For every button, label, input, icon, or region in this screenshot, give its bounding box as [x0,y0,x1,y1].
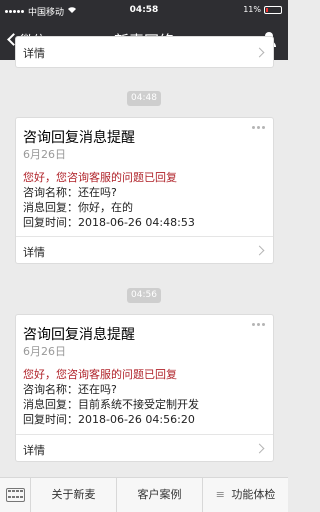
status-bar: 中国移动 04:58 11% [0,0,288,20]
card-greeting: 您好，您咨询客服的问题已回复 [23,171,177,184]
menu-item-about[interactable]: 关于新麦 [31,478,117,512]
chevron-right-icon [254,443,265,454]
keyboard-icon [5,488,25,502]
card-line: 回复时间：2018-06-26 04:56:20 [23,413,195,426]
time-stamp: 04:48 [127,91,161,106]
message-card[interactable]: 详情 [15,36,274,68]
battery-percent: 11% [243,5,261,14]
card-line: 咨询名称：还在吗? [23,186,117,199]
bottom-menu-bar: 关于新麦 客户案例 ≡ 功能体检 [0,477,288,512]
card-footer[interactable]: 详情 [16,37,273,67]
time-stamp: 04:56 [127,288,161,303]
menu-icon: ≡ [215,488,225,501]
menu-item-features[interactable]: ≡ 功能体检 [203,478,288,512]
card-date: 6月26日 [23,148,66,161]
menu-item-cases[interactable]: 客户案例 [117,478,203,512]
card-title: 咨询回复消息提醒 [23,327,135,343]
keyboard-toggle-button[interactable] [0,478,31,512]
message-card[interactable]: 咨询回复消息提醒 6月26日 您好，您咨询客服的问题已回复 咨询名称：还在吗? … [15,117,274,264]
card-body: 您好，您咨询客服的问题已回复 咨询名称：还在吗? 消息回复：你好，在的 回复时间… [23,170,195,230]
card-body: 您好，您咨询客服的问题已回复 咨询名称：还在吗? 消息回复：目前系统不接受定制开… [23,367,199,427]
card-line: 消息回复：目前系统不接受定制开发 [23,398,199,411]
details-label: 详情 [23,47,45,60]
chevron-right-icon [254,47,265,58]
card-greeting: 您好，您咨询客服的问题已回复 [23,368,177,381]
status-right: 11% [243,5,282,14]
more-icon[interactable] [252,323,265,326]
battery-icon [264,5,282,14]
card-line: 回复时间：2018-06-26 04:48:53 [23,216,195,229]
details-label: 详情 [23,444,45,457]
more-icon[interactable] [252,126,265,129]
message-card[interactable]: 咨询回复消息提醒 6月26日 您好，您咨询客服的问题已回复 咨询名称：还在吗? … [15,314,274,462]
card-line: 消息回复：你好，在的 [23,201,133,214]
details-label: 详情 [23,246,45,259]
card-footer[interactable]: 详情 [16,434,273,461]
chevron-right-icon [254,245,265,256]
card-title: 咨询回复消息提醒 [23,130,135,146]
menu-label: 客户案例 [137,488,182,501]
menu-label: 功能体检 [231,488,276,501]
menu-label: 关于新麦 [51,488,96,501]
card-footer[interactable]: 详情 [16,236,273,263]
card-date: 6月26日 [23,345,66,358]
card-line: 咨询名称：还在吗? [23,383,117,396]
